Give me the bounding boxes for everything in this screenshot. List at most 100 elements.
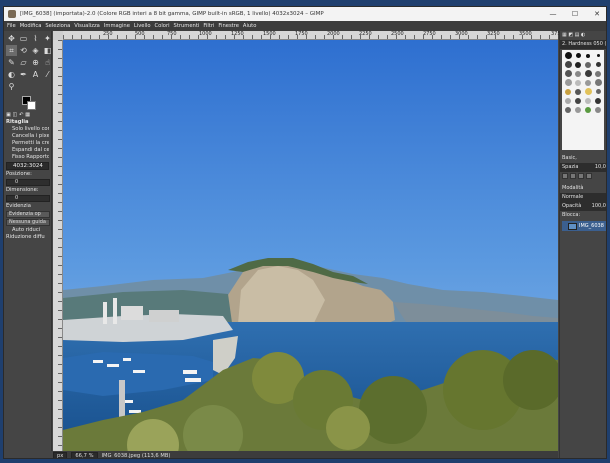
brush-preset-label[interactable]: Basic,: [560, 154, 606, 163]
crop-tool-icon[interactable]: ⌗: [6, 45, 17, 56]
brush-swatch[interactable]: [573, 69, 583, 78]
smudge-tool-icon[interactable]: ☝: [42, 57, 53, 68]
paint-bucket-tool-icon[interactable]: ◧: [42, 45, 53, 56]
position-input[interactable]: 0: [6, 179, 50, 186]
paintbrush-tool-icon[interactable]: ✎: [6, 57, 17, 68]
rect-select-tool-icon[interactable]: ▭: [18, 33, 29, 44]
dodge-tool-icon[interactable]: ◐: [6, 69, 17, 80]
menu-modifica[interactable]: Modifica: [20, 23, 42, 29]
brush-swatch[interactable]: [593, 105, 603, 114]
brush-swatch[interactable]: [573, 51, 583, 60]
brush-swatch[interactable]: [583, 51, 593, 60]
brush-swatch[interactable]: [593, 69, 603, 78]
menu-seleziona[interactable]: Seleziona: [45, 23, 70, 29]
menu-colori[interactable]: Colori: [155, 23, 170, 29]
brush-actions: [560, 172, 606, 180]
brush-duplicate-icon[interactable]: [578, 173, 584, 179]
opacity-label: Opacità: [562, 203, 582, 209]
menu-strumenti[interactable]: Strumenti: [174, 23, 200, 29]
menu-filtri[interactable]: Filtri: [203, 23, 214, 29]
menu-visualizza[interactable]: Visualizza: [74, 23, 100, 29]
highlight-checkbox[interactable]: Evidenzia: [6, 203, 49, 210]
brush-swatch[interactable]: [593, 60, 603, 69]
horizontal-ruler[interactable]: 250 500 750 1000 1250 1500 1750 2000 2250 2500 275…: [63, 31, 564, 40]
menu-immagine[interactable]: Immagine: [104, 23, 130, 29]
brush-swatch[interactable]: [563, 96, 573, 105]
zoom-dropdown[interactable]: 66,7 %: [71, 452, 98, 458]
brush-swatch[interactable]: [583, 87, 593, 96]
layers-tab-row[interactable]: Modalità: [560, 184, 606, 193]
eraser-tool-icon[interactable]: ▱: [18, 57, 29, 68]
ruler-label: 2500: [391, 31, 404, 37]
fixed-ratio-checkbox[interactable]: Fisso Rapporto: [6, 154, 49, 161]
ruler-corner[interactable]: [53, 31, 63, 40]
brush-swatch[interactable]: [583, 105, 593, 114]
layer-mode-dropdown[interactable]: Normale: [560, 193, 606, 202]
brush-swatch[interactable]: [573, 78, 583, 87]
brush-swatch[interactable]: [563, 78, 573, 87]
unit-dropdown[interactable]: px: [53, 452, 68, 458]
menu-file[interactable]: File: [7, 23, 16, 29]
brush-edit-icon[interactable]: [562, 173, 568, 179]
brush-new-icon[interactable]: [570, 173, 576, 179]
brush-swatch[interactable]: [583, 78, 593, 87]
background-color[interactable]: [27, 101, 36, 110]
brush-swatch[interactable]: [593, 96, 603, 105]
highlight-opacity-slider[interactable]: Evidenzia op: [6, 211, 50, 218]
menu-aiuto[interactable]: Aiuto: [243, 23, 257, 29]
close-button[interactable]: ✕: [586, 7, 606, 21]
spacing-slider[interactable]: Spazia 10,0: [560, 163, 606, 172]
color-swatches[interactable]: [18, 94, 51, 112]
brush-swatch[interactable]: [593, 51, 603, 60]
dock-tabs[interactable]: ▦ ◩ ▤ ◐: [560, 31, 606, 40]
shrink-merged-checkbox[interactable]: Riduzione diffu: [6, 234, 49, 241]
tool-options-tabs[interactable]: ▣ ◫ ↶ ▦: [6, 112, 49, 119]
ruler-label: 3000: [455, 31, 468, 37]
fuzzy-select-tool-icon[interactable]: ✦: [42, 33, 53, 44]
brush-delete-icon[interactable]: [586, 173, 592, 179]
allow-growing-checkbox[interactable]: Permetti la cre: [6, 140, 49, 147]
tool-grid: ✥ ▭ ⌇ ✦ ⌗ ⟲ ◈ ◧ ✎ ▱ ⊕ ☝ ◐ ✒ A ⁄ ⚲: [4, 31, 51, 94]
ratio-input[interactable]: 4032:3024: [6, 162, 49, 170]
warp-tool-icon[interactable]: ◈: [30, 45, 41, 56]
vertical-ruler[interactable]: [53, 40, 63, 451]
brush-swatch[interactable]: [573, 60, 583, 69]
only-current-layer-checkbox[interactable]: Solo livello cor: [6, 126, 49, 133]
delete-cropped-pixels-checkbox[interactable]: Cancella i pixe: [6, 133, 49, 140]
brush-swatch[interactable]: [563, 51, 573, 60]
transform-tool-icon[interactable]: ⟲: [18, 45, 29, 56]
guides-dropdown[interactable]: Nessuna guida: [6, 219, 50, 226]
brush-swatch[interactable]: [573, 96, 583, 105]
zoom-tool-icon[interactable]: ⚲: [6, 81, 17, 92]
maximize-button[interactable]: ☐: [564, 7, 586, 21]
layers-mode-label: Modalità: [562, 185, 584, 191]
text-tool-icon[interactable]: A: [30, 69, 41, 80]
brush-swatch[interactable]: [573, 105, 583, 114]
layer-item[interactable]: IMG_6038: [562, 221, 606, 231]
brush-swatch[interactable]: [563, 60, 573, 69]
color-picker-tool-icon[interactable]: ⁄: [42, 69, 53, 80]
brushes-grid[interactable]: [562, 50, 604, 150]
menu-livello[interactable]: Livello: [134, 23, 151, 29]
brush-swatch[interactable]: [583, 96, 593, 105]
menu-finestre[interactable]: Finestre: [218, 23, 238, 29]
brush-swatch[interactable]: [593, 78, 603, 87]
image-canvas[interactable]: [63, 40, 558, 451]
layer-thumbnail: [568, 222, 577, 230]
brush-swatch[interactable]: [593, 87, 603, 96]
lasso-tool-icon[interactable]: ⌇: [30, 33, 41, 44]
size-input[interactable]: 0: [6, 195, 50, 202]
brush-swatch[interactable]: [583, 60, 593, 69]
opacity-slider[interactable]: Opacità 100,0: [560, 202, 606, 211]
clone-tool-icon[interactable]: ⊕: [30, 57, 41, 68]
path-tool-icon[interactable]: ✒: [18, 69, 29, 80]
brush-swatch[interactable]: [563, 69, 573, 78]
move-tool-icon[interactable]: ✥: [6, 33, 17, 44]
brush-swatch[interactable]: [563, 105, 573, 114]
brush-swatch[interactable]: [563, 87, 573, 96]
brush-swatch[interactable]: [583, 69, 593, 78]
auto-shrink-button[interactable]: Auto riduci: [6, 227, 49, 234]
minimize-button[interactable]: —: [542, 7, 564, 21]
brush-swatch[interactable]: [573, 87, 583, 96]
expand-from-center-checkbox[interactable]: Espandi dal ce: [6, 147, 49, 154]
